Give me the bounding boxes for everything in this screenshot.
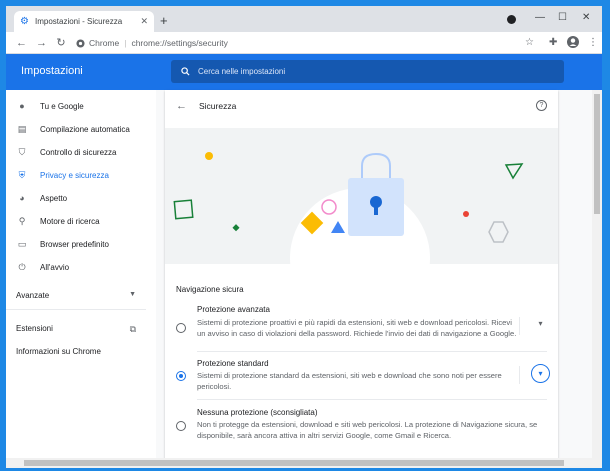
advanced-label: Avanzate [16,291,50,300]
sidebar-item-autofill[interactable]: ▤ Compilazione automatica [6,119,156,139]
option-separator [519,366,520,384]
horizontal-scrollbar[interactable] [6,458,602,468]
option-title: Protezione avanzata [197,305,270,314]
option-description: Non ti protegge da estensioni, download … [197,420,538,440]
sidebar-item-privacy[interactable]: ⛨ Privacy e sicurezza [6,165,156,185]
shield-check-icon: ⛉ [18,146,26,157]
sidebar-item-safety-check[interactable]: ⛉ Controllo di sicurezza [6,142,156,162]
menu-icon[interactable]: ⋮ [588,37,598,48]
extensions-label: Estensioni [16,324,53,333]
horizontal-scroll-thumb[interactable] [24,460,564,466]
sidebar-item-label: Browser predefinito [40,239,109,249]
magnifier-icon: ⚲ [18,215,26,226]
chrome-logo-icon [76,38,85,48]
tab-settings[interactable]: ⚙ Impostazioni - Sicurezza ✕ [14,11,154,32]
vertical-scrollbar[interactable] [592,90,602,460]
omnibox-separator: | [124,38,127,48]
radio-standard[interactable] [176,371,186,381]
person-icon: ● [19,101,25,111]
omnibox-site: Chrome [89,38,120,48]
forward-icon[interactable]: → [36,37,47,49]
clipboard-icon: ▤ [17,123,27,134]
option-description: Sistemi di protezione proattivi e più ra… [197,318,517,338]
caret-down-icon: ▼ [129,291,136,298]
sidebar-item-you-and-google[interactable]: ● Tu e Google [6,96,156,116]
back-arrow-icon[interactable]: ← [176,100,187,112]
gear-icon: ⚙ [20,15,29,27]
tab-strip: ⚙ Impostazioni - Sicurezza ✕ + — ☐ ✕ [6,6,602,32]
card-header: ← Sicurezza [165,90,558,122]
search-input[interactable]: Cerca nelle impostazioni [198,67,285,76]
extensions-icon[interactable]: ✚ [549,37,557,48]
sidebar-divider [6,309,146,310]
option-standard-protection[interactable]: Protezione standard Sistemi di protezion… [165,357,558,397]
vertical-scroll-thumb[interactable] [594,94,600,214]
shield-icon: ⛨ [18,169,26,180]
browser-window: ⚙ Impostazioni - Sicurezza ✕ + — ☐ ✕ ← →… [6,6,602,468]
sidebar-item-default-browser[interactable]: ▭ Browser predefinito [6,234,156,254]
sidebar-item-search-engine[interactable]: ⚲ Motore di ricerca [6,211,156,231]
settings-title: Impostazioni [21,65,83,77]
reload-icon[interactable]: ↻ [56,36,66,49]
omnibox-url[interactable]: chrome://settings/security [131,38,227,48]
profile-icon[interactable] [567,36,579,48]
option-divider [197,351,547,352]
close-tab-icon[interactable]: ✕ [140,16,148,27]
minimize-icon[interactable]: — [535,12,545,23]
sidebar-item-appearance[interactable]: ◕ Aspetto [6,188,156,208]
power-icon: ⏻ [18,261,26,272]
tab-title: Impostazioni - Sicurezza [35,17,123,26]
security-card: ← Sicurezza ? Navigazione sicura Protezi… [165,90,558,460]
sidebar-item-label: Compilazione automatica [40,124,130,134]
maximize-icon[interactable]: ☐ [558,12,567,23]
page-title: Sicurezza [199,101,237,111]
sidebar-advanced[interactable]: Avanzate ▼ [16,291,136,300]
option-divider [197,399,547,400]
option-title: Protezione standard [197,359,269,368]
security-illustration [165,128,558,264]
sidebar-extensions[interactable]: Estensioni ⧉ [16,324,136,335]
sidebar-item-label: Aspetto [40,193,68,203]
sidebar-about[interactable]: Informazioni su Chrome [16,347,101,356]
option-no-protection[interactable]: Nessuna protezione (sconsigliata) Non ti… [165,406,558,446]
settings-header: Impostazioni Cerca nelle impostazioni [6,54,602,90]
sidebar-item-on-startup[interactable]: ⏻ All'avvio [6,257,156,277]
palette-icon: ◕ [19,193,25,203]
sidebar-item-label: All'avvio [40,262,70,272]
new-tab-button[interactable]: + [160,13,168,28]
option-enhanced-protection[interactable]: Protezione avanzata Sistemi di protezion… [165,303,558,353]
sidebar-item-label: Privacy e sicurezza [40,170,109,180]
record-icon[interactable] [507,15,516,24]
open-external-icon: ⧉ [129,324,136,334]
section-title: Navigazione sicura [176,285,244,294]
browser-icon: ▭ [17,238,27,249]
sidebar-item-label: Tu e Google [40,101,84,111]
option-description: Sistemi di protezione standard da estens… [197,371,502,391]
expand-chevron-icon[interactable]: ▾ [531,315,550,334]
omnibox[interactable]: Chrome | chrome://settings/security [70,35,544,51]
star-icon[interactable]: ☆ [525,37,534,48]
sidebar: ● Tu e Google ▤ Compilazione automatica … [6,90,156,460]
search-icon [181,67,190,76]
close-window-icon[interactable]: ✕ [582,12,590,23]
option-separator [519,317,520,335]
sidebar-item-label: Motore di ricerca [40,216,100,226]
search-field[interactable]: Cerca nelle impostazioni [171,60,564,83]
expand-chevron-icon[interactable]: ▾ [531,364,550,383]
back-icon[interactable]: ← [16,37,27,49]
radio-no-protection[interactable] [176,421,186,431]
option-title: Nessuna protezione (sconsigliata) [197,408,318,417]
help-icon[interactable]: ? [536,100,547,111]
main-content: ← Sicurezza ? Navigazione sicura Protezi… [156,90,602,460]
lock-illustration-icon [173,152,524,264]
sidebar-item-label: Controllo di sicurezza [40,147,117,157]
radio-enhanced[interactable] [176,323,186,333]
